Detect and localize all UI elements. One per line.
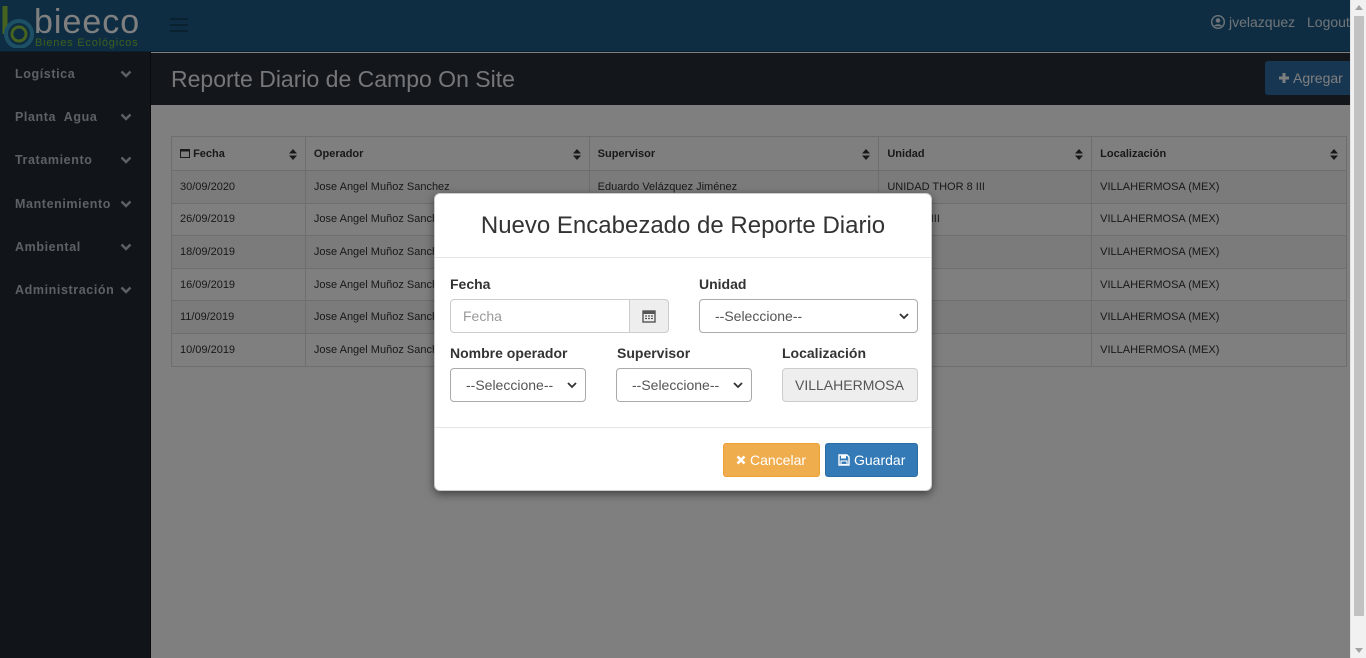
calendar-icon xyxy=(642,310,656,323)
localizacion-field: VILLAHERMOSA xyxy=(782,368,918,402)
modal-title: Nuevo Encabezado de Reporte Diario xyxy=(435,194,931,258)
save-button-label: Guardar xyxy=(854,452,906,468)
cancel-button-label: Cancelar xyxy=(750,452,807,468)
operador-select[interactable]: --Seleccione-- xyxy=(450,368,586,402)
modal-footer xyxy=(435,427,931,428)
unidad-label: Unidad xyxy=(699,276,747,292)
cancel-button[interactable]: Cancelar xyxy=(723,443,820,477)
save-button[interactable]: Guardar xyxy=(825,443,918,477)
page-scrollbar[interactable] xyxy=(1350,0,1366,658)
chevron-down-icon xyxy=(899,313,909,320)
chevron-down-icon xyxy=(733,382,743,389)
close-icon xyxy=(736,455,746,465)
operador-label: Nombre operador xyxy=(450,345,568,361)
chevron-down-icon xyxy=(567,382,577,389)
save-icon xyxy=(838,454,850,466)
supervisor-select-value: --Seleccione-- xyxy=(632,377,720,393)
localizacion-label: Localización xyxy=(782,345,867,361)
scrollbar-thumb[interactable] xyxy=(1354,16,1364,616)
scroll-down-arrow-icon[interactable] xyxy=(1355,648,1363,653)
fecha-input[interactable]: Fecha xyxy=(450,299,631,333)
datepicker-button[interactable] xyxy=(629,299,669,333)
scroll-up-arrow-icon[interactable] xyxy=(1355,5,1363,10)
unidad-select[interactable]: --Seleccione-- xyxy=(699,299,918,333)
operador-select-value: --Seleccione-- xyxy=(466,377,554,393)
fecha-label: Fecha xyxy=(450,276,491,292)
supervisor-label: Supervisor xyxy=(617,345,691,361)
supervisor-select[interactable]: --Seleccione-- xyxy=(616,368,752,402)
new-report-modal: Nuevo Encabezado de Reporte Diario Fecha… xyxy=(434,193,932,491)
unidad-select-value: --Seleccione-- xyxy=(715,308,803,324)
